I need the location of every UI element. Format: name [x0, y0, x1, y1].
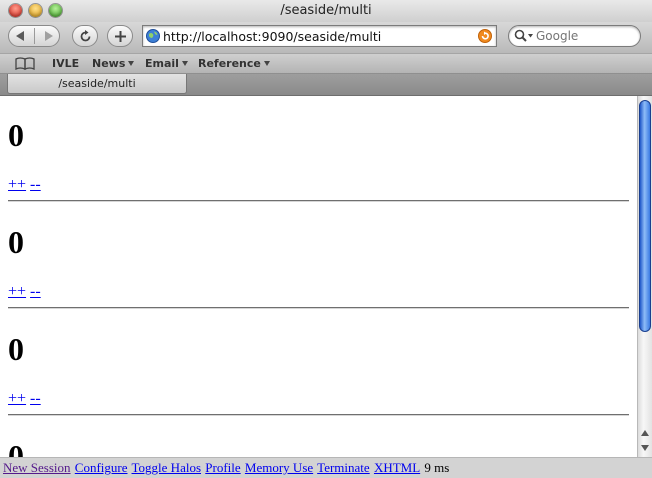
increment-link[interactable]: ++: [8, 176, 26, 193]
scroll-down-arrow-icon[interactable]: [639, 442, 651, 454]
reload-button[interactable]: [72, 25, 98, 47]
forward-button[interactable]: [35, 26, 60, 46]
counter-controls: ++ --: [8, 176, 41, 194]
tab-label: /seaside/multi: [58, 77, 136, 90]
counter-value: 0: [8, 331, 24, 367]
vertical-scrollbar[interactable]: [637, 96, 652, 457]
browser-toolbar: http://localhost:9090/seaside/multi: [0, 22, 652, 53]
bookmark-email-menu[interactable]: Email: [145, 57, 188, 70]
decrement-link[interactable]: --: [30, 390, 41, 407]
memory-use-link[interactable]: Memory Use: [245, 460, 313, 475]
counter-controls: ++ --: [8, 390, 41, 408]
back-button[interactable]: [9, 26, 34, 46]
reload-icon: [80, 30, 91, 42]
counter-value: 0: [8, 224, 24, 260]
search-icon[interactable]: [514, 29, 534, 43]
page-content: 0 ++ -- 0 ++ -- 0 ++ -- 0: [0, 96, 637, 457]
seaside-dev-toolbar: New Session Configure Toggle Halos Profi…: [0, 457, 652, 478]
snapback-icon[interactable]: [478, 29, 492, 43]
scrollbar-thumb[interactable]: [639, 100, 651, 332]
address-bar[interactable]: http://localhost:9090/seaside/multi: [142, 25, 497, 47]
scroll-up-arrow-icon[interactable]: [639, 427, 651, 439]
globe-icon: [146, 29, 160, 43]
decrement-link[interactable]: --: [30, 283, 41, 300]
bookmark-label: Email: [145, 57, 179, 70]
tab-bar: /seaside/multi: [0, 74, 652, 96]
bookmark-reference-menu[interactable]: Reference: [198, 57, 270, 70]
bookmarks-book-icon[interactable]: [15, 57, 35, 70]
back-arrow-icon: [16, 31, 24, 41]
window-title: /seaside/multi: [280, 3, 372, 18]
search-input[interactable]: [536, 28, 634, 44]
chevron-down-icon: [263, 61, 270, 66]
divider-rule: [8, 200, 629, 202]
forward-arrow-icon: [45, 31, 53, 41]
increment-link[interactable]: ++: [8, 390, 26, 407]
new-session-link[interactable]: New Session: [3, 460, 71, 475]
bookmark-ivle[interactable]: IVLE: [52, 57, 79, 70]
url-text: http://localhost:9090/seaside/multi: [163, 29, 382, 44]
plus-icon: [115, 31, 126, 42]
add-bookmark-button[interactable]: [107, 25, 133, 47]
render-timing: 9 ms: [424, 460, 450, 475]
bookmark-news-menu[interactable]: News: [92, 57, 135, 70]
divider-rule: [8, 414, 629, 416]
chevron-down-icon: [128, 61, 135, 66]
bookmarks-bar: IVLE News Email Reference: [0, 53, 652, 74]
counter-controls: ++ --: [8, 283, 41, 301]
back-forward-control: [8, 25, 60, 47]
configure-link[interactable]: Configure: [75, 460, 128, 475]
increment-link[interactable]: ++: [8, 283, 26, 300]
divider-rule: [8, 307, 629, 309]
tab-seaside-multi[interactable]: /seaside/multi: [7, 74, 187, 94]
decrement-link[interactable]: --: [30, 176, 41, 193]
search-field[interactable]: [508, 25, 641, 47]
counter-value: 0: [8, 117, 24, 153]
profile-link[interactable]: Profile: [205, 460, 240, 475]
terminate-link[interactable]: Terminate: [317, 460, 370, 475]
chevron-down-icon: [181, 61, 188, 66]
window-titlebar: /seaside/multi: [0, 0, 652, 23]
xhtml-link[interactable]: XHTML: [374, 460, 420, 475]
bookmark-label: News: [92, 57, 126, 70]
counter-value: 0: [8, 438, 24, 457]
bookmark-label: Reference: [198, 57, 261, 70]
toggle-halos-link[interactable]: Toggle Halos: [132, 460, 202, 475]
bookmark-label: IVLE: [52, 57, 80, 70]
